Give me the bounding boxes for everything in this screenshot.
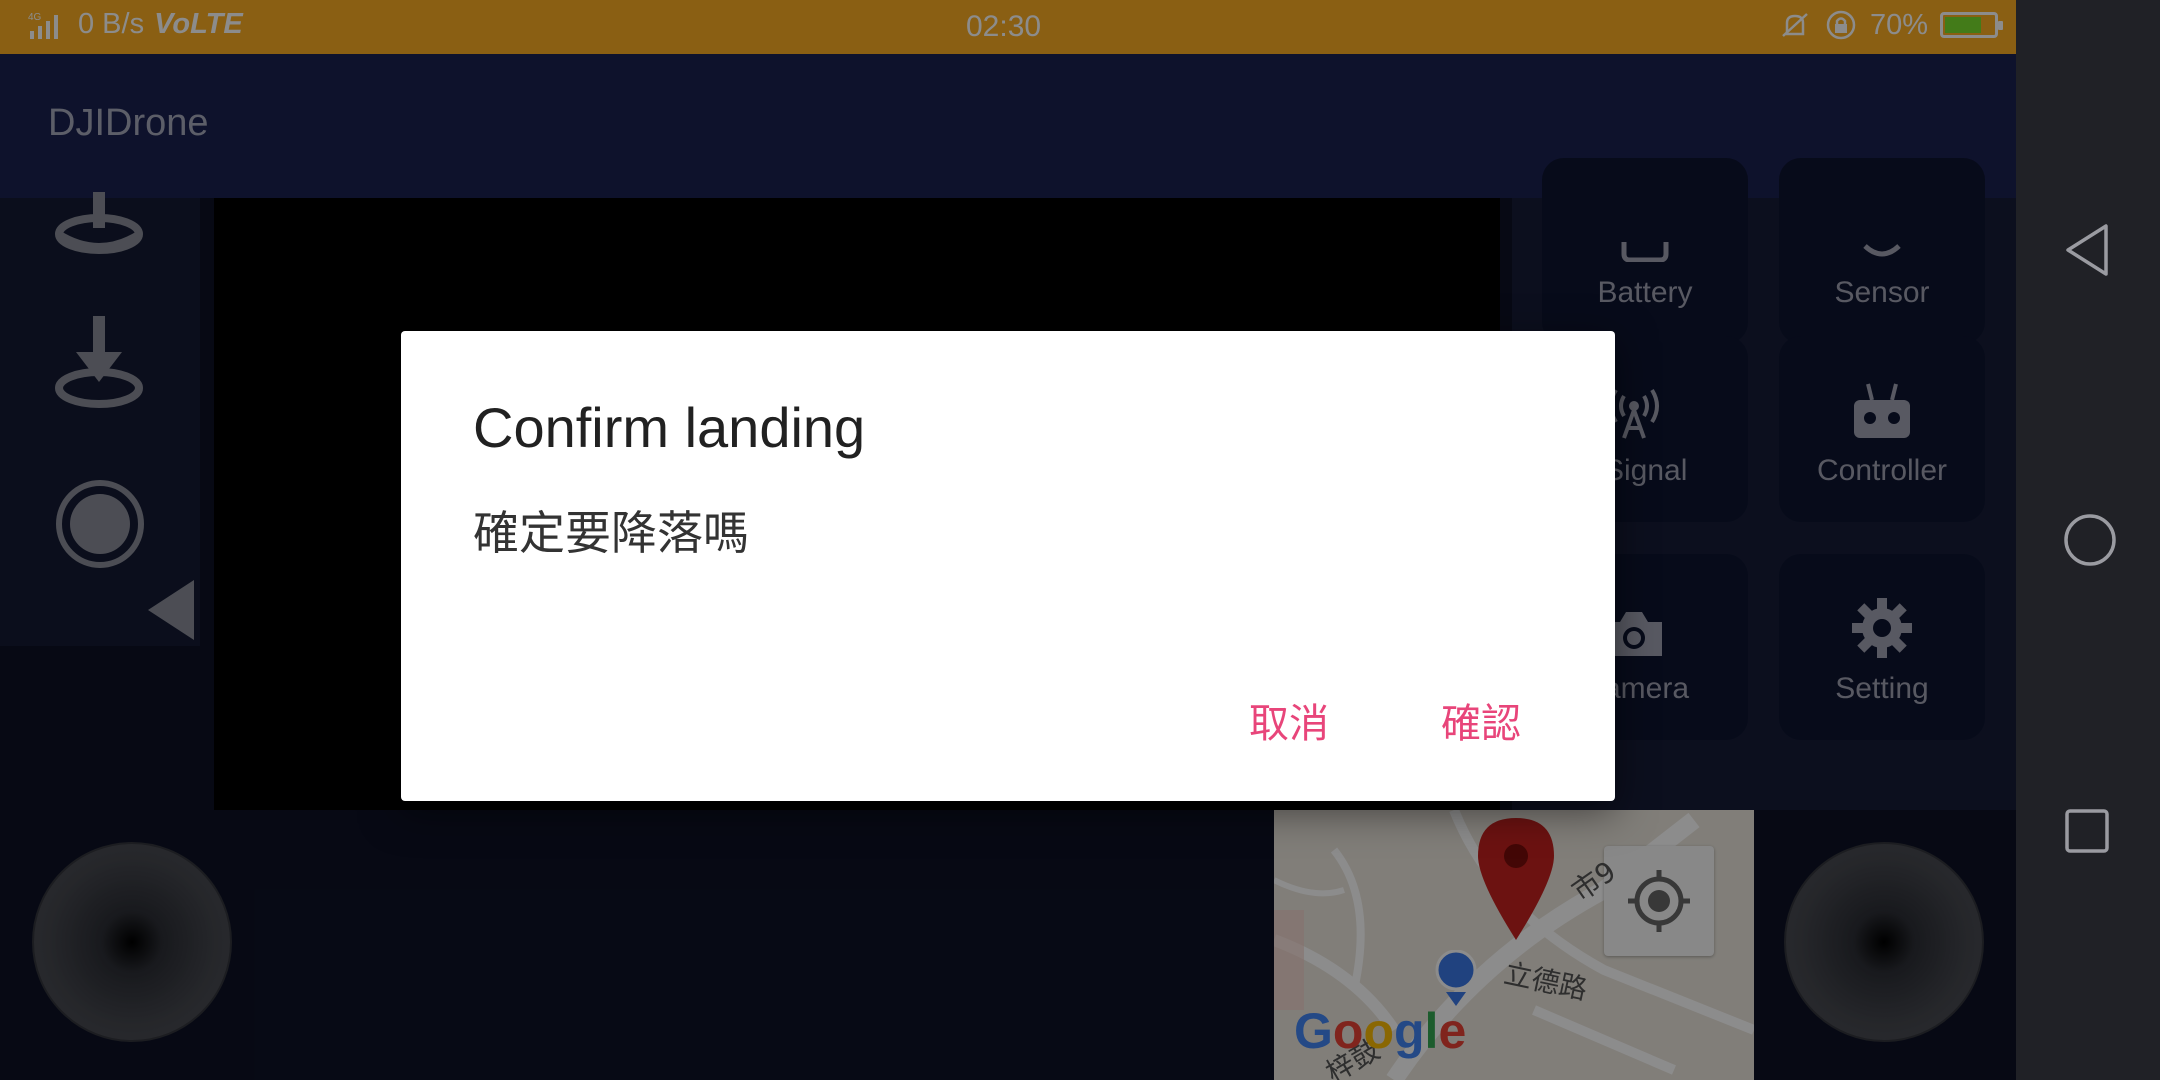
dialog-title: Confirm landing (473, 396, 866, 459)
dialog-message: 確定要降落嗎 (473, 506, 749, 560)
system-nav-bar (2016, 0, 2160, 1080)
confirm-landing-dialog: Confirm landing 確定要降落嗎 取消 確認 (401, 331, 1615, 801)
confirm-button[interactable]: 確認 (1441, 691, 1521, 749)
cancel-button[interactable]: 取消 (1249, 691, 1329, 749)
home-icon[interactable] (2062, 512, 2118, 568)
recents-icon[interactable] (2062, 806, 2112, 856)
back-icon[interactable] (2062, 222, 2112, 278)
